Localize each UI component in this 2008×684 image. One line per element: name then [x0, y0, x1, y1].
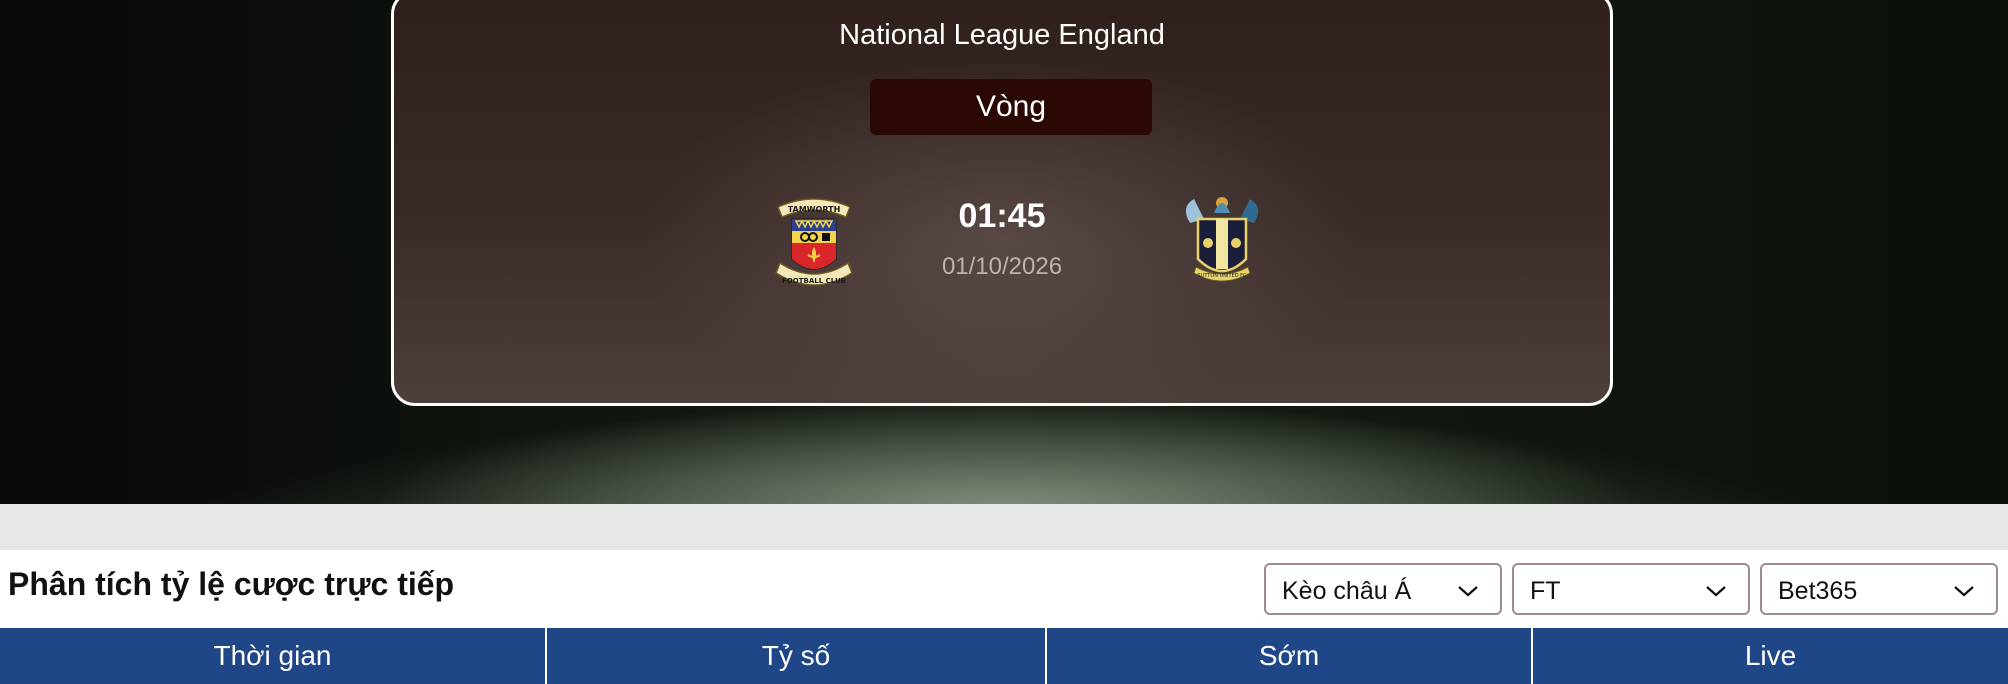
bookmaker-select[interactable]: Bet365 [1760, 563, 1998, 615]
away-logo-text: SUTTON UNITED FC [1197, 273, 1247, 279]
odds-section-title: Phân tích tỷ lệ cược trực tiếp [8, 566, 455, 602]
away-team-logo[interactable]: SUTTON UNITED FC [1180, 189, 1264, 293]
odds-table-header: Thời gian Tỷ số Sớm Live [0, 628, 2008, 684]
column-header-live: Live [1531, 628, 2008, 684]
kickoff-time: 01:45 [958, 197, 1046, 235]
match-info-card: National League England Vòng TAMWORTH FO… [391, 0, 1613, 406]
bookmaker-select-value: Bet365 [1778, 577, 1858, 605]
period-select-value: FT [1530, 577, 1561, 605]
market-select[interactable]: Kèo châu Á [1264, 563, 1502, 615]
kickoff-date: 01/10/2026 [941, 253, 1063, 280]
column-header-score: Tỷ số [545, 628, 1045, 684]
column-header-early: Sớm [1045, 628, 1531, 684]
chevron-down-icon [1954, 586, 1974, 597]
market-select-value: Kèo châu Á [1282, 577, 1412, 605]
period-select[interactable]: FT [1512, 563, 1750, 615]
round-badge[interactable]: Vòng [870, 79, 1152, 135]
league-name: National League England [839, 19, 1165, 51]
section-separator [0, 504, 2008, 550]
chevron-down-icon [1458, 586, 1478, 597]
match-hero-background: National League England Vòng TAMWORTH FO… [0, 0, 2008, 504]
column-header-time: Thời gian [213, 640, 332, 671]
chevron-down-icon [1706, 586, 1726, 597]
